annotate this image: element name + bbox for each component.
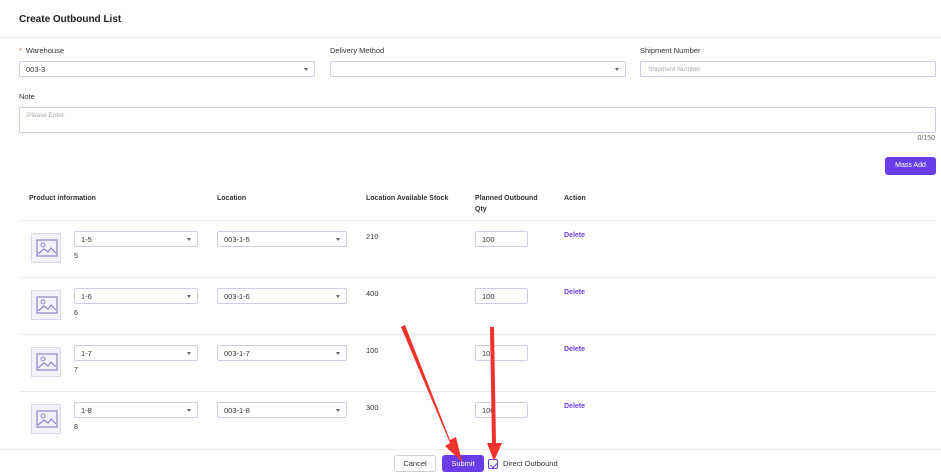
planned-qty-input[interactable]: 100	[475, 231, 528, 247]
direct-outbound-label: Direct Outbound	[503, 459, 558, 468]
product-value: 1-5	[81, 235, 92, 244]
delete-button[interactable]: Delete	[564, 403, 585, 410]
location-select[interactable]: 003-1-8	[217, 402, 347, 418]
location-select[interactable]: 003-1-7	[217, 345, 347, 361]
row-divider	[19, 334, 936, 335]
shipment-number-label: Shipment Number	[640, 46, 701, 55]
location-value: 003-1-6	[224, 292, 250, 301]
note-char-counter: 0/150	[917, 135, 935, 142]
product-select[interactable]: 1-7	[74, 345, 198, 361]
note-textarea[interactable]: Please Enter	[19, 107, 936, 133]
col-header-stock: Location Available Stock	[366, 195, 449, 202]
location-value: 003-1-5	[224, 235, 250, 244]
product-select[interactable]: 1-8	[74, 402, 198, 418]
planned-qty-value: 100	[482, 406, 495, 415]
mass-add-button[interactable]: Mass Add	[885, 157, 936, 175]
delete-button[interactable]: Delete	[564, 346, 585, 353]
location-value: 003-1-7	[224, 349, 250, 358]
delivery-method-select[interactable]	[330, 61, 626, 77]
planned-qty-value: 100	[482, 349, 495, 358]
image-placeholder-icon	[31, 233, 61, 263]
location-select[interactable]: 003-1-5	[217, 231, 347, 247]
image-placeholder-icon	[31, 404, 61, 434]
shipment-number-input[interactable]: Shipment Number	[640, 61, 936, 77]
planned-qty-value: 100	[482, 235, 495, 244]
planned-qty-value: 100	[482, 292, 495, 301]
cancel-button[interactable]: Cancel	[394, 455, 436, 472]
available-stock: 400	[366, 289, 379, 298]
chevron-down-icon	[187, 352, 191, 355]
header-divider	[19, 220, 936, 221]
planned-qty-input[interactable]: 100	[475, 345, 528, 361]
col-header-qty-line2: Qty	[475, 206, 487, 213]
warehouse-select[interactable]: 003-3	[19, 61, 315, 77]
location-value: 003-1-8	[224, 406, 250, 415]
chevron-down-icon	[187, 238, 191, 241]
delivery-method-label: Delivery Method	[330, 46, 385, 55]
chevron-down-icon	[336, 409, 340, 412]
col-header-action: Action	[564, 195, 586, 202]
col-header-qty: Planned Outbound Qty	[475, 193, 538, 215]
row-index: 5	[74, 253, 78, 260]
product-value: 1-7	[81, 349, 92, 358]
product-select[interactable]: 1-6	[74, 288, 198, 304]
warehouse-label-text: Warehouse	[25, 46, 64, 55]
chevron-down-icon	[187, 295, 191, 298]
planned-qty-input[interactable]: 100	[475, 402, 528, 418]
col-header-qty-line1: Planned Outbound	[475, 195, 538, 202]
shipment-number-placeholder: Shipment Number	[648, 65, 701, 73]
required-mark: *	[19, 46, 22, 55]
annotation-arrow-submit	[401, 325, 462, 462]
page-header: Create Outbound List	[0, 0, 941, 38]
chevron-down-icon	[336, 352, 340, 355]
warehouse-label: * Warehouse	[19, 46, 64, 55]
col-header-product: Product information	[29, 195, 96, 202]
delete-button[interactable]: Delete	[564, 232, 585, 239]
product-value: 1-6	[81, 292, 92, 301]
chevron-down-icon	[615, 68, 619, 71]
chevron-down-icon	[336, 238, 340, 241]
delete-button[interactable]: Delete	[564, 289, 585, 296]
planned-qty-input[interactable]: 100	[475, 288, 528, 304]
row-index: 6	[74, 310, 78, 317]
available-stock: 210	[366, 232, 379, 241]
image-placeholder-icon	[31, 347, 61, 377]
col-header-location: Location	[217, 195, 247, 202]
product-value: 1-8	[81, 406, 92, 415]
chevron-down-icon	[187, 409, 191, 412]
row-index: 8	[74, 424, 78, 431]
warehouse-value: 003-3	[26, 65, 46, 74]
product-select[interactable]: 1-5	[74, 231, 198, 247]
note-label: Note	[19, 92, 35, 101]
chevron-down-icon	[304, 68, 308, 71]
image-placeholder-icon	[31, 290, 61, 320]
page-title: Create Outbound List	[19, 14, 122, 25]
row-divider	[19, 277, 936, 278]
row-divider	[19, 391, 936, 392]
row-index: 7	[74, 367, 78, 374]
direct-outbound-checkbox[interactable]	[488, 459, 498, 469]
available-stock: 300	[366, 403, 379, 412]
submit-button[interactable]: Submit	[442, 455, 484, 472]
location-select[interactable]: 003-1-6	[217, 288, 347, 304]
chevron-down-icon	[336, 295, 340, 298]
note-placeholder: Please Enter	[27, 112, 65, 119]
available-stock: 100	[366, 346, 379, 355]
